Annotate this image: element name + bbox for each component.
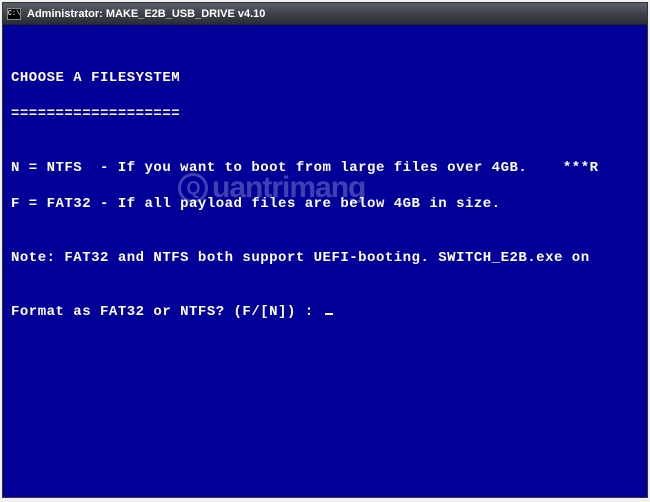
cmd-icon: C:\ <box>7 8 21 20</box>
cursor[interactable] <box>325 313 333 315</box>
window-title: Administrator: MAKE_E2B_USB_DRIVE v4.10 <box>27 8 265 20</box>
console-option-fat32: F = FAT32 - If all payload files are bel… <box>11 195 639 213</box>
console-area[interactable]: CHOOSE A FILESYSTEM =================== … <box>3 25 647 497</box>
cmd-window: C:\ Administrator: MAKE_E2B_USB_DRIVE v4… <box>2 2 648 498</box>
titlebar[interactable]: C:\ Administrator: MAKE_E2B_USB_DRIVE v4… <box>3 3 647 25</box>
console-prompt-line: Format as FAT32 or NTFS? (F/[N]) : <box>11 303 639 321</box>
cmd-icon-label: C:\ <box>8 10 21 18</box>
console-note: Note: FAT32 and NTFS both support UEFI-b… <box>11 249 639 267</box>
console-heading-underline: =================== <box>11 105 639 123</box>
console-option-ntfs: N = NTFS - If you want to boot from larg… <box>11 159 639 177</box>
console-prompt-text: Format as FAT32 or NTFS? (F/[N]) : <box>11 304 323 320</box>
console-heading: CHOOSE A FILESYSTEM <box>11 69 639 87</box>
